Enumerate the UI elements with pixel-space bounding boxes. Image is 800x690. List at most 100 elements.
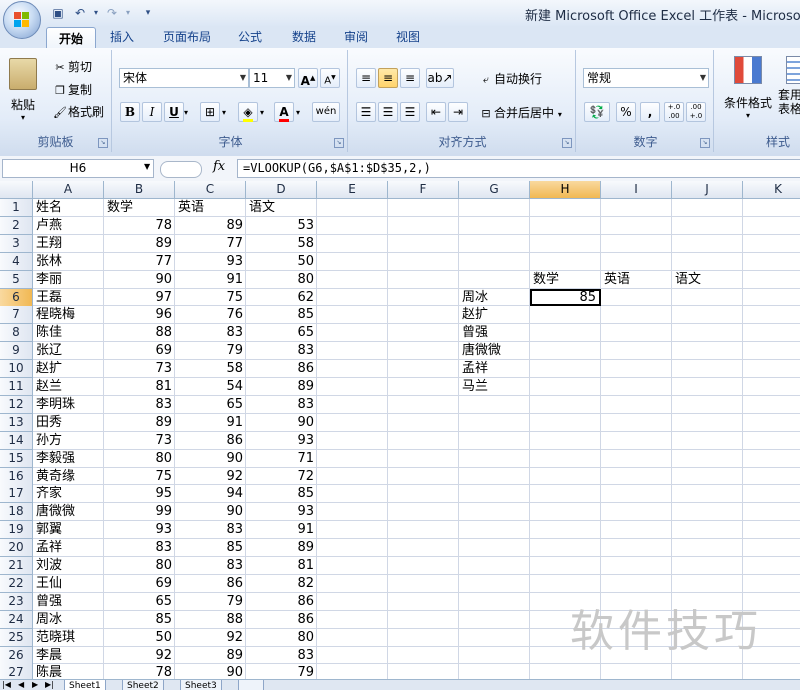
cut-button[interactable]: ✂ 剪切 <box>52 58 92 76</box>
score-cell[interactable]: 90 <box>175 503 246 520</box>
number-format-select[interactable]: 常规 ▼ <box>583 68 709 88</box>
score-cell[interactable]: 89 <box>246 539 317 556</box>
score-cell[interactable]: 92 <box>175 468 246 485</box>
comma-button[interactable]: , <box>640 102 660 122</box>
name-cell[interactable]: 李明珠 <box>33 396 104 413</box>
save-icon[interactable]: ▣ <box>50 5 66 21</box>
increase-indent-button[interactable]: ⇥ <box>448 102 468 122</box>
row-header-12[interactable]: 12 <box>0 395 33 414</box>
name-cell[interactable]: 李丽 <box>33 271 104 288</box>
score-cell[interactable]: 92 <box>175 629 246 646</box>
format-as-table-button[interactable]: 套用 表格格式 <box>778 56 800 116</box>
active-cell[interactable]: 85 <box>530 288 601 306</box>
chevron-down-icon[interactable]: ▾ <box>120 5 136 21</box>
score-cell[interactable]: 83 <box>246 647 317 664</box>
name-cell[interactable]: 卢燕 <box>33 217 104 234</box>
score-cell[interactable]: 65 <box>246 324 317 341</box>
percent-button[interactable]: % <box>616 102 636 122</box>
align-top-button[interactable]: ≡ <box>356 68 376 88</box>
score-cell[interactable]: 91 <box>246 521 317 538</box>
score-cell[interactable]: 92 <box>104 647 175 664</box>
lookup-name-cell[interactable]: 唐微微 <box>459 342 530 359</box>
score-cell[interactable]: 58 <box>246 235 317 252</box>
column-header-j[interactable]: J <box>672 181 743 199</box>
lookup-name-cell[interactable]: 曾强 <box>459 324 530 341</box>
dialog-launcher-icon[interactable]: ↘ <box>700 138 710 148</box>
name-cell[interactable]: 赵扩 <box>33 360 104 377</box>
score-cell[interactable]: 77 <box>175 235 246 252</box>
row-header-23[interactable]: 23 <box>0 592 33 611</box>
score-cell[interactable]: 71 <box>246 450 317 467</box>
column-header-g[interactable]: G <box>459 181 530 199</box>
score-cell[interactable]: 93 <box>175 253 246 270</box>
score-cell[interactable]: 89 <box>175 217 246 234</box>
name-cell[interactable]: 李晨 <box>33 647 104 664</box>
score-cell[interactable]: 83 <box>104 396 175 413</box>
select-all-corner[interactable] <box>0 181 33 199</box>
name-cell[interactable]: 王翔 <box>33 235 104 252</box>
name-cell[interactable]: 孟祥 <box>33 539 104 556</box>
name-cell[interactable]: 陈晨 <box>33 664 104 679</box>
score-cell[interactable]: 82 <box>246 575 317 592</box>
formula-input[interactable]: =VLOOKUP(G6,$A$1:$D$35,2,) <box>237 159 800 178</box>
fill-color-button[interactable]: ◈ <box>238 102 258 122</box>
row-header-13[interactable]: 13 <box>0 413 33 432</box>
shrink-font-button[interactable]: A▼ <box>320 68 340 88</box>
font-name-select[interactable]: 宋体 ▼ <box>119 68 249 88</box>
name-cell[interactable]: 郭翼 <box>33 521 104 538</box>
lookup-header-cell[interactable]: 语文 <box>672 271 743 288</box>
chevron-down-icon[interactable]: ▾ <box>222 108 226 117</box>
score-cell[interactable]: 50 <box>104 629 175 646</box>
paste-button[interactable]: 粘贴 ▾ <box>6 56 40 126</box>
align-middle-button[interactable]: ≡ <box>378 68 398 88</box>
tab-data[interactable]: 数据 <box>282 26 326 48</box>
score-cell[interactable]: 65 <box>104 593 175 610</box>
dialog-launcher-icon[interactable]: ↘ <box>334 138 344 148</box>
score-cell[interactable]: 86 <box>175 432 246 449</box>
chevron-down-icon[interactable]: ▼ <box>144 162 150 171</box>
column-header-h[interactable]: H <box>530 181 601 199</box>
row-header-17[interactable]: 17 <box>0 485 33 504</box>
score-cell[interactable]: 89 <box>246 378 317 395</box>
column-header-e[interactable]: E <box>317 181 388 199</box>
lookup-header-cell[interactable]: 数学 <box>530 271 601 288</box>
column-header-i[interactable]: I <box>601 181 672 199</box>
score-cell[interactable]: 81 <box>104 378 175 395</box>
align-bottom-button[interactable]: ≡ <box>400 68 420 88</box>
name-cell[interactable]: 王仙 <box>33 575 104 592</box>
score-cell[interactable]: 99 <box>104 503 175 520</box>
name-cell[interactable]: 齐家 <box>33 485 104 502</box>
score-cell[interactable]: 73 <box>104 432 175 449</box>
row-header-1[interactable]: 1 <box>0 199 33 217</box>
name-cell[interactable]: 张辽 <box>33 342 104 359</box>
score-cell[interactable]: 78 <box>104 664 175 679</box>
row-header-18[interactable]: 18 <box>0 503 33 522</box>
score-cell[interactable]: 86 <box>246 360 317 377</box>
score-cell[interactable]: 78 <box>104 217 175 234</box>
score-cell[interactable]: 50 <box>246 253 317 270</box>
score-cell[interactable]: 79 <box>175 593 246 610</box>
column-header-f[interactable]: F <box>388 181 459 199</box>
row-header-19[interactable]: 19 <box>0 521 33 540</box>
formula-bar-divider[interactable] <box>160 161 202 178</box>
font-size-select[interactable]: 11 ▼ <box>249 68 295 88</box>
score-cell[interactable]: 83 <box>246 396 317 413</box>
row-header-22[interactable]: 22 <box>0 574 33 593</box>
lookup-name-cell[interactable]: 赵扩 <box>459 306 530 323</box>
row-header-21[interactable]: 21 <box>0 557 33 575</box>
tab-review[interactable]: 审阅 <box>334 26 378 48</box>
name-box[interactable]: H6 <box>2 159 154 178</box>
score-cell[interactable]: 69 <box>104 342 175 359</box>
score-cell[interactable]: 91 <box>175 271 246 288</box>
header-cell[interactable]: 语文 <box>246 199 317 216</box>
tab-page-layout[interactable]: 页面布局 <box>152 26 222 48</box>
score-cell[interactable]: 89 <box>104 235 175 252</box>
score-cell[interactable]: 80 <box>246 271 317 288</box>
column-header-c[interactable]: C <box>175 181 246 199</box>
score-cell[interactable]: 85 <box>175 539 246 556</box>
name-cell[interactable]: 范晓琪 <box>33 629 104 646</box>
row-header-10[interactable]: 10 <box>0 360 33 379</box>
row-header-25[interactable]: 25 <box>0 628 33 647</box>
row-header-27[interactable]: 27 <box>0 664 33 679</box>
chevron-down-icon[interactable]: ▾ <box>88 5 104 21</box>
